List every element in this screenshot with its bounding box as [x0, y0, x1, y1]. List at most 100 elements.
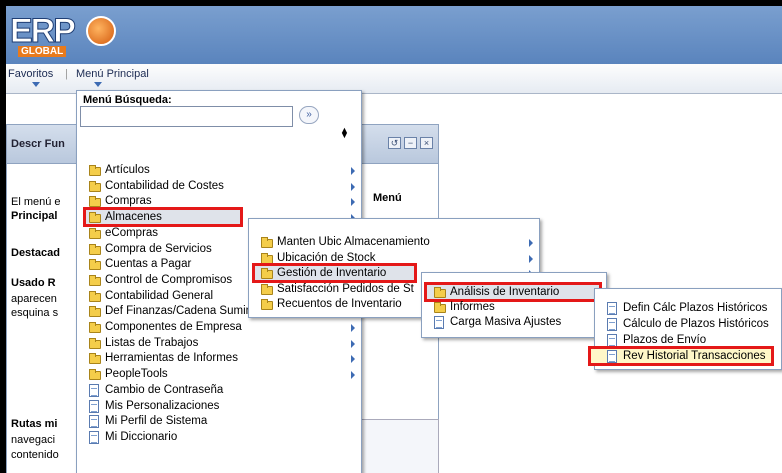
minimize-icon[interactable]: −: [404, 137, 417, 149]
menu-item-label: Análisis de Inventario: [450, 286, 560, 298]
folder-icon: [89, 353, 101, 365]
folder-icon: [89, 322, 101, 333]
folder-icon: [434, 302, 446, 313]
document-icon: [434, 316, 444, 329]
menu-item-componentes-de-empresa[interactable]: Componentes de Empresa: [87, 320, 357, 335]
menu-item-label: Carga Masiva Ajustes: [450, 316, 562, 328]
submenu-gestion-inventario: Análisis de Inventario Informes Carga Masi…: [421, 272, 607, 338]
pagelet-text: aparecen: [11, 293, 57, 305]
menu-item-label: Mi Diccionario: [105, 430, 178, 443]
menu-item-informes[interactable]: Informes: [432, 300, 607, 315]
menu-item-label: Listas de Trabajos: [105, 336, 199, 349]
chevron-down-icon[interactable]: [32, 82, 40, 87]
menu-item-label: Defin Cálc Plazos Históricos: [623, 302, 768, 314]
menu-item-label: Gestión de Inventario: [277, 267, 387, 279]
menu-item-listas-de-trabajos[interactable]: Listas de Trabajos: [87, 336, 357, 351]
folder-icon: [89, 227, 101, 239]
chevron-right-icon: [351, 198, 355, 207]
menu-item-calculo-de-plazos-historicos[interactable]: Cálculo de Plazos Históricos: [605, 317, 782, 332]
menu-item-label: Mi Perfil de Sistema: [105, 415, 208, 428]
chevron-right-icon: [529, 254, 533, 263]
menu-item-carga-masiva-ajustes[interactable]: Carga Masiva Ajustes: [432, 315, 607, 330]
close-icon[interactable]: ×: [420, 137, 433, 149]
menu-item-herramientas-de-informes[interactable]: Herramientas de Informes: [87, 351, 357, 366]
chevron-right-icon: [351, 371, 355, 380]
menu-item-defin-calc-plazos-historicos[interactable]: Defin Cálc Plazos Históricos: [605, 301, 782, 316]
search-input[interactable]: [80, 106, 293, 127]
menu-item-label: Satisfacción Pedidos de St: [277, 282, 414, 295]
pagelet-text: Destacad: [11, 247, 60, 259]
nav-favoritos[interactable]: Favoritos: [8, 68, 53, 80]
menu-item-rev-historial-transacciones[interactable]: Rev Historial Transacciones: [605, 349, 782, 364]
refresh-icon[interactable]: ↺: [388, 137, 401, 149]
chevron-right-icon: [529, 239, 533, 247]
menu-item-label: PeopleTools: [105, 368, 168, 381]
menu-item-label: Rev Historial Transacciones: [623, 350, 766, 362]
menu-item-articulos[interactable]: Artículos: [87, 163, 357, 178]
chevron-right-icon: [351, 324, 355, 332]
document-icon: [89, 399, 99, 413]
menu-item-label: Cálculo de Plazos Históricos: [623, 318, 769, 330]
menu-item-label: Almacenes: [105, 211, 162, 224]
document-icon: [89, 383, 99, 397]
app-window: ERP GLOBAL Favoritos | Menú Principal De…: [6, 6, 782, 473]
header-bar: ERP GLOBAL: [6, 6, 782, 64]
menu-item-label: eCompras: [105, 226, 159, 239]
chevron-right-icon: [351, 167, 355, 175]
pagelet-title: Descr Fun: [11, 138, 65, 150]
menu-item-label: Contabilidad General: [105, 289, 214, 302]
menu-item-analisis-de-inventario[interactable]: Análisis de Inventario: [432, 285, 607, 300]
sort-icon[interactable]: ▲ ▼: [340, 126, 349, 140]
folder-icon: [89, 259, 101, 271]
pagelet-text: esquina s: [11, 307, 59, 319]
nav-menu-principal[interactable]: Menú Principal: [76, 68, 149, 80]
menu-item-label: Control de Compromisos: [105, 273, 233, 286]
folder-icon: [89, 180, 101, 192]
pagelet-text: contenido: [11, 449, 59, 461]
pagelet-text-right: Menú: [373, 192, 402, 204]
folder-icon: [89, 306, 101, 318]
pagelet-controls: ↺ − ×: [361, 124, 439, 164]
search-label: Menú Búsqueda:: [83, 94, 172, 106]
folder-icon: [89, 196, 101, 208]
menu-item-cambio-de-contrasena[interactable]: Cambio de Contraseña: [87, 383, 357, 398]
pagelet-text: Principal: [11, 210, 58, 222]
document-icon: [89, 430, 99, 444]
menu-item-contabilidad-de-costes[interactable]: Contabilidad de Costes: [87, 179, 357, 194]
logo-subtext: GLOBAL: [18, 46, 67, 57]
folder-icon: [89, 290, 101, 302]
chevron-right-icon: [351, 182, 355, 191]
menu-item-label: Herramientas de Informes: [105, 352, 238, 365]
menu-item-label: Componentes de Empresa: [105, 321, 242, 333]
document-icon: [607, 302, 617, 315]
document-icon: [89, 415, 99, 429]
menu-item-mi-perfil-de-sistema[interactable]: Mi Perfil de Sistema: [87, 414, 357, 429]
pagelet-text: Rutas mi: [11, 418, 58, 430]
menu-item-manten-ubic-almacenamiento[interactable]: Manten Ubic Almacenamiento: [259, 235, 539, 250]
menu-item-label: Cambio de Contraseña: [105, 383, 224, 396]
menu-item-peopletools[interactable]: PeopleTools: [87, 367, 357, 382]
menu-item-mi-diccionario[interactable]: Mi Diccionario: [87, 430, 357, 445]
menu-item-label: Recuentos de Inventario: [277, 298, 402, 310]
search-go-button[interactable]: »: [299, 106, 319, 124]
folder-icon: [89, 337, 101, 349]
folder-icon: [89, 274, 101, 286]
chevron-down-icon[interactable]: [94, 82, 102, 87]
folder-icon: [261, 283, 273, 295]
menu-item-label: Artículos: [105, 164, 150, 176]
folder-icon: [89, 369, 101, 381]
folder-icon: [261, 299, 273, 310]
pagelet-text: El menú e: [11, 196, 61, 208]
chevron-right-icon: [351, 339, 355, 348]
menu-item-mis-personalizaciones[interactable]: Mis Personalizaciones: [87, 399, 357, 414]
menu-item-label: Informes: [450, 301, 495, 313]
folder-icon: [434, 287, 446, 298]
folder-icon: [261, 237, 273, 248]
pagelet-text: Usado R: [11, 277, 56, 289]
document-icon: [607, 350, 617, 363]
menu-item-label: Compra de Servicios: [105, 242, 212, 255]
folder-icon: [89, 212, 101, 224]
menu-item-label: Contabilidad de Costes: [105, 179, 224, 192]
pagelet-text: navegaci: [11, 434, 56, 446]
folder-icon: [89, 165, 101, 176]
